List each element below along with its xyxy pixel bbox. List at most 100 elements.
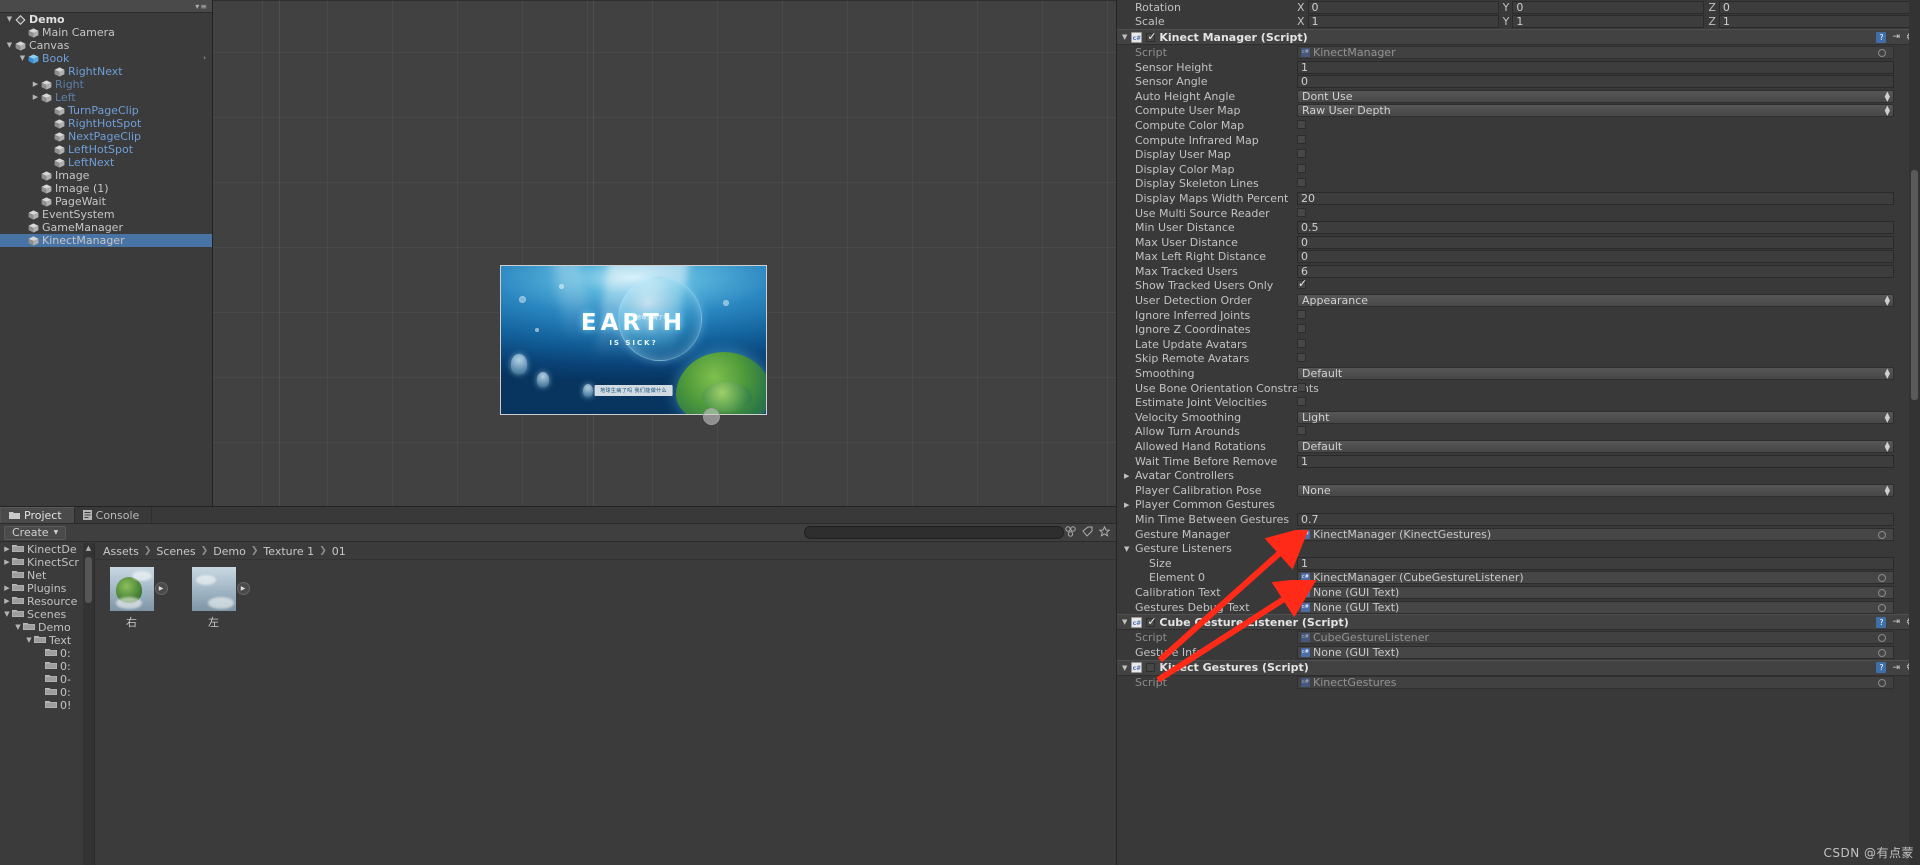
tab-project[interactable]: Project	[0, 507, 75, 523]
property-row-gesture-manager[interactable]: Gesture Manager c# KinectManager (KinectGe…	[1117, 527, 1920, 542]
property-row-min-user-distance[interactable]: Min User Distance 0.5	[1117, 220, 1920, 235]
breadcrumb-item[interactable]: Scenes	[156, 545, 195, 558]
hierarchy-item-book[interactable]: ▼ Book ›	[0, 52, 212, 65]
dropdown[interactable]: Appearance ▲ ▼	[1297, 294, 1894, 308]
checkbox[interactable]	[1297, 207, 1306, 217]
project-folder-item[interactable]: ▼ Text	[0, 634, 94, 647]
property-value[interactable]: None ▲ ▼	[1297, 483, 1894, 497]
property-row-player-calibration-pose[interactable]: Player Calibration Pose None ▲ ▼	[1117, 483, 1920, 498]
hierarchy-item-righthotspot[interactable]: RightHotSpot	[0, 117, 212, 130]
property-row-use-multi-source-reader[interactable]: Use Multi Source Reader	[1117, 206, 1920, 221]
dropdown[interactable]: Raw User Depth ▲ ▼	[1297, 104, 1894, 118]
filter-by-label-icon[interactable]	[1082, 526, 1093, 537]
inspector-scrollbar[interactable]	[1909, 0, 1920, 865]
project-folder-item[interactable]: ▶ Plugins	[0, 582, 94, 595]
vector3-field[interactable]: X1Y1Z1	[1297, 15, 1914, 29]
preset-icon[interactable]: ⇥	[1892, 663, 1900, 673]
checkbox[interactable]	[1297, 338, 1306, 348]
project-tree-scrollbar[interactable]: ▲	[83, 543, 94, 865]
property-value[interactable]	[1297, 163, 1894, 176]
rect-transform-pivot-handle[interactable]	[703, 408, 720, 425]
property-value[interactable]: 0.5	[1297, 221, 1894, 235]
property-value[interactable]: 1	[1297, 454, 1894, 468]
asset-thumbnail[interactable]	[191, 567, 236, 611]
project-folder-item[interactable]: ▶ Resource	[0, 595, 94, 608]
property-value[interactable]	[1297, 177, 1894, 190]
checkbox[interactable]	[1297, 426, 1306, 436]
object-picker-icon[interactable]	[1878, 588, 1886, 597]
checkbox[interactable]	[1297, 324, 1306, 334]
text-input[interactable]: 20	[1297, 191, 1894, 205]
hierarchy-item-eventsystem[interactable]: EventSystem	[0, 208, 212, 221]
property-row-max-user-distance[interactable]: Max User Distance 0	[1117, 235, 1920, 250]
project-folder-item[interactable]: 0:	[0, 660, 94, 673]
hierarchy-list[interactable]: Main Camera ▼ Canvas ▼ Book › RightNext ▶ Right ▶…	[0, 26, 212, 247]
property-row-calibration-text[interactable]: Calibration Text c# None (GUI Text)	[1117, 585, 1920, 600]
chevron-down-icon[interactable]: ▼	[4, 39, 15, 52]
text-input[interactable]: 0	[1297, 250, 1894, 264]
chevron-down-icon[interactable]: ▼	[1124, 545, 1129, 553]
object-picker-icon[interactable]	[1878, 530, 1886, 539]
property-row-estimate-joint-velocities[interactable]: Estimate Joint Velocities	[1117, 395, 1920, 410]
object-field[interactable]: c# None (GUI Text)	[1297, 645, 1894, 659]
project-folder-item[interactable]: 0!	[0, 699, 94, 712]
hierarchy-item-lefthotspot[interactable]: LeftHotSpot	[0, 143, 212, 156]
asset-preview-button[interactable]: ▶	[154, 582, 168, 595]
selected-image-frame[interactable]: EARTH IS SICK? 地球生病了吗 地球生病了吗 我们能做什么	[500, 265, 767, 415]
property-row-sensor-angle[interactable]: Sensor Angle 0	[1117, 74, 1920, 89]
hierarchy-item-pagewait[interactable]: PageWait	[0, 195, 212, 208]
property-value[interactable]	[1297, 277, 1894, 292]
component-header-kinect-gestures-script[interactable]: ▼c#Kinect Gestures (Script)?⇥⚙	[1117, 659, 1920, 676]
chevron-down-icon[interactable]: ▼	[13, 621, 23, 634]
help-icon[interactable]: ?	[1876, 662, 1887, 674]
prefab-open-arrow-icon[interactable]: ›	[203, 52, 206, 65]
property-row-avatar-controllers[interactable]: ▶ Avatar Controllers	[1117, 468, 1920, 483]
transform-row-rotation[interactable]: Rotation X 0 Y 0 Z 0	[1117, 0, 1920, 15]
help-icon[interactable]: ?	[1876, 616, 1887, 628]
property-value[interactable]: Default ▲ ▼	[1297, 367, 1894, 381]
project-folder-item[interactable]: ▼ Scenes	[0, 608, 94, 621]
property-value[interactable]: 0	[1297, 235, 1894, 249]
z-input[interactable]: 0	[1718, 0, 1911, 14]
asset-preview-button[interactable]: ▶	[236, 582, 250, 595]
project-toolbar[interactable]: Create ▼	[0, 524, 1116, 542]
property-row-display-color-map[interactable]: Display Color Map	[1117, 162, 1920, 177]
property-row-gesture-listeners[interactable]: ▼ Gesture Listeners	[1117, 541, 1920, 556]
property-row-compute-infrared-map[interactable]: Compute Infrared Map	[1117, 133, 1920, 148]
hierarchy-root-row[interactable]: ▼ Demo	[0, 13, 212, 26]
asset-item[interactable]: ▶ 左	[185, 567, 250, 630]
favorites-star-icon[interactable]	[1099, 526, 1110, 537]
property-value[interactable]: c# None (GUI Text)	[1297, 600, 1894, 614]
object-picker-icon[interactable]	[1878, 603, 1886, 612]
property-value[interactable]: 6	[1297, 264, 1894, 278]
hierarchy-item-turnpageclip[interactable]: TurnPageClip	[0, 104, 212, 117]
dropdown[interactable]: Light ▲ ▼	[1297, 410, 1894, 424]
text-input[interactable]: 0	[1297, 235, 1894, 249]
text-input[interactable]: 0	[1297, 75, 1894, 89]
property-row-player-common-gestures[interactable]: ▶ Player Common Gestures	[1117, 498, 1920, 513]
property-row-gestures-debug-text[interactable]: Gestures Debug Text c# None (GUI Text)	[1117, 600, 1920, 615]
text-input[interactable]: 6	[1297, 264, 1894, 278]
property-row-use-bone-orientation-constraints[interactable]: Use Bone Orientation Constraints	[1117, 381, 1920, 396]
chevron-right-icon[interactable]: ▶	[2, 543, 12, 556]
property-value[interactable]	[1297, 396, 1894, 409]
hierarchy-item-canvas[interactable]: ▼ Canvas	[0, 39, 212, 52]
project-folder-item[interactable]: ▼ Demo	[0, 621, 94, 634]
help-icon[interactable]: ?	[1876, 31, 1887, 43]
project-folder-item[interactable]: ▶ KinectDe	[0, 543, 94, 556]
property-value[interactable]: Light ▲ ▼	[1297, 410, 1894, 424]
chevron-down-icon[interactable]: ▼	[1122, 664, 1127, 672]
property-value[interactable]	[1297, 134, 1894, 147]
object-field[interactable]: c# KinectManager	[1297, 45, 1894, 59]
hierarchy-item-image-1[interactable]: Image (1)	[0, 182, 212, 195]
tab-console[interactable]: Console	[75, 507, 153, 523]
property-value[interactable]: c# None (GUI Text)	[1297, 645, 1894, 659]
property-row-velocity-smoothing[interactable]: Velocity Smoothing Light ▲ ▼	[1117, 410, 1920, 425]
property-row-compute-user-map[interactable]: Compute User Map Raw User Depth ▲ ▼	[1117, 104, 1920, 119]
asset-thumbnail[interactable]	[109, 567, 154, 611]
property-value[interactable]	[1297, 148, 1894, 161]
property-value[interactable]	[1297, 119, 1894, 132]
property-value[interactable]	[1297, 207, 1894, 220]
property-row-auto-height-angle[interactable]: Auto Height Angle Dont Use ▲ ▼	[1117, 89, 1920, 104]
property-row-max-tracked-users[interactable]: Max Tracked Users 6	[1117, 264, 1920, 279]
